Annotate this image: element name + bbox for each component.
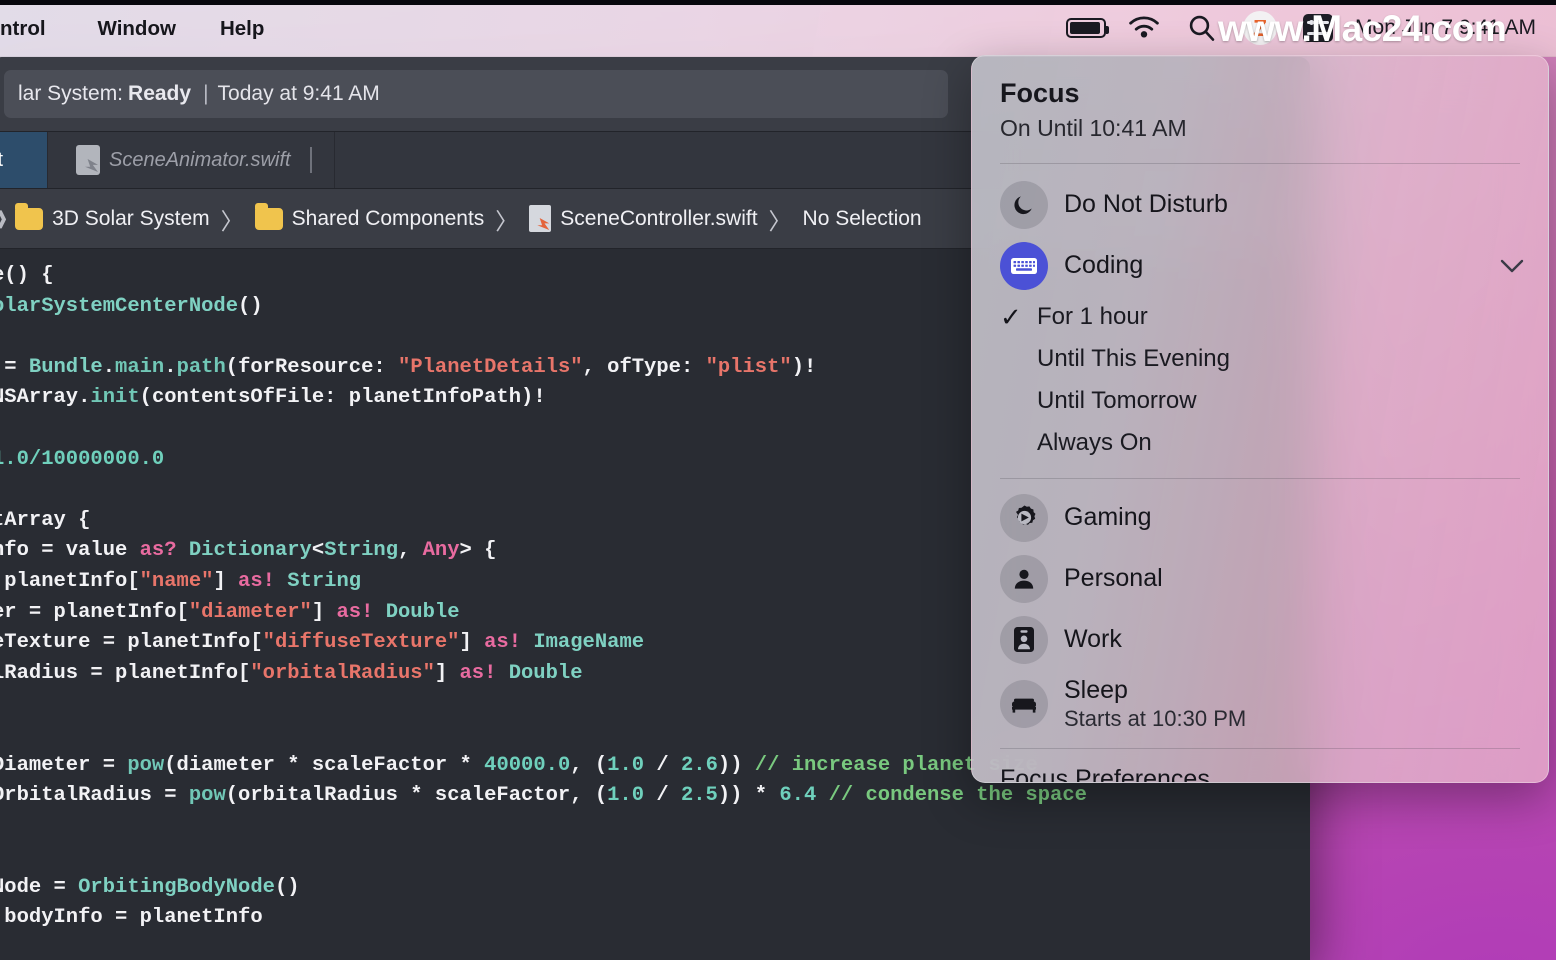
chevron-left-icon[interactable]: ❱ [0,208,9,229]
focus-duration-option[interactable]: Always On [972,422,1548,464]
menu-bar-right: Z Mon Jun 7 9:41 AM [1057,0,1556,57]
focus-sleep-labels: Sleep Starts at 10:30 PM [1064,676,1246,732]
status-state: Ready [128,82,192,105]
focus-duration-option[interactable]: Until Tomorrow [972,380,1548,422]
focus-item-gaming[interactable]: Gaming [972,487,1548,548]
focus-duration-label: Always On [1037,429,1152,457]
code-line: bodyInfo = planetInfo [0,906,263,930]
swift-file-icon-breadcrumb [529,205,552,232]
focus-item-personal[interactable]: Personal [972,548,1548,609]
focus-duration-label: Until This Evening [1037,345,1230,373]
swift-file-icon [76,145,100,175]
breadcrumb-item-file[interactable]: SceneController.swift [560,207,757,231]
keyboard-icon [1000,241,1048,290]
menu-bar-left: ntrol Window Help [0,0,286,57]
menu-bar-clock[interactable]: Mon Jun 7 9:41 AM [1347,16,1550,40]
tab-divider [309,147,312,173]
search-icon[interactable] [1173,0,1231,57]
battery-icon[interactable] [1057,0,1115,57]
focus-duration-label: For 1 hour [1037,303,1148,331]
menu-bar: ntrol Window Help Z Mon Jun 7 9:41 AM [0,0,1556,57]
control-center-icon[interactable] [1289,0,1347,57]
focus-duration-option[interactable]: ✓ For 1 hour [972,296,1548,338]
focus-title: Focus [1000,78,1080,108]
focus-duration-options[interactable]: ✓ For 1 hour Until This Evening Until Tomor… [972,296,1548,464]
tab-label-inactive: SceneAnimator.swift [109,148,291,171]
chevron-down-icon[interactable] [1498,257,1526,275]
breadcrumb-item-group[interactable]: Shared Components [292,207,485,231]
menu-item-control[interactable]: ntrol [0,0,76,57]
focus-header: Focus On Until 10:41 AM [972,56,1548,150]
focus-label-personal: Personal [1064,564,1163,593]
tab-scenecontroller[interactable]: ft [0,132,48,188]
breadcrumb-item-project[interactable]: 3D Solar System [52,207,210,231]
focus-label-gaming: Gaming [1064,503,1152,532]
code-line: Node = OrbitingBodyNode() [0,875,300,899]
badge-icon [1000,615,1048,664]
menu-item-help[interactable]: Help [198,0,286,57]
focus-label-dnd: Do Not Disturb [1064,190,1228,219]
person-icon [1000,554,1048,603]
status-prefix: lar System: [18,82,124,105]
checkmark-icon: ✓ [1000,301,1022,332]
focus-sublabel-sleep: Starts at 10:30 PM [1064,706,1247,732]
xcode-status-bar: lar System: Ready | Today at 9:41 AM [4,70,948,118]
focus-preferences-button[interactable]: Focus Preferences... [972,749,1548,782]
folder-icon-2 [254,202,283,230]
menu-item-window[interactable]: Window [76,0,198,57]
status-detail: Today at 9:41 AM [217,82,380,105]
breadcrumb-separator: 〉 [220,207,244,234]
tab-sceneanimator[interactable]: SceneAnimator.swift [48,132,335,188]
status-separator: | [203,82,209,105]
focus-duration-option[interactable]: Until This Evening [972,338,1548,380]
focus-item-work[interactable]: Work [972,609,1548,670]
focus-item-coding[interactable]: Coding [972,235,1548,296]
tab-label-active: ft [0,148,4,171]
gaming-icon [1000,493,1048,542]
focus-item-do-not-disturb[interactable]: Do Not Disturb [972,174,1548,235]
focus-divider-2 [1000,478,1520,480]
focus-label-sleep: Sleep [1064,676,1128,705]
folder-icon [15,202,44,230]
focus-duration-label: Until Tomorrow [1037,387,1197,415]
focus-label-work: Work [1064,625,1122,654]
focus-divider-1 [1000,163,1520,165]
code-line: OrbitalRadius = pow(orbitalRadius * scal… [0,784,1087,808]
moon-icon [1000,180,1048,229]
focus-label-coding: Coding [1064,251,1144,280]
bed-icon [1000,680,1048,729]
breadcrumb-separator-3: 〉 [768,207,792,234]
focus-subtitle: On Until 10:41 AM [1000,115,1187,142]
breadcrumb-separator-2: 〉 [495,207,519,234]
focus-panel: Focus On Until 10:41 AM Do Not Disturb C… [971,55,1549,783]
zoom-app-icon[interactable]: Z [1231,0,1289,57]
breadcrumb-item-selection[interactable]: No Selection [803,207,922,231]
wifi-icon[interactable] [1115,0,1173,57]
focus-item-sleep[interactable]: Sleep Starts at 10:30 PM [972,670,1548,738]
